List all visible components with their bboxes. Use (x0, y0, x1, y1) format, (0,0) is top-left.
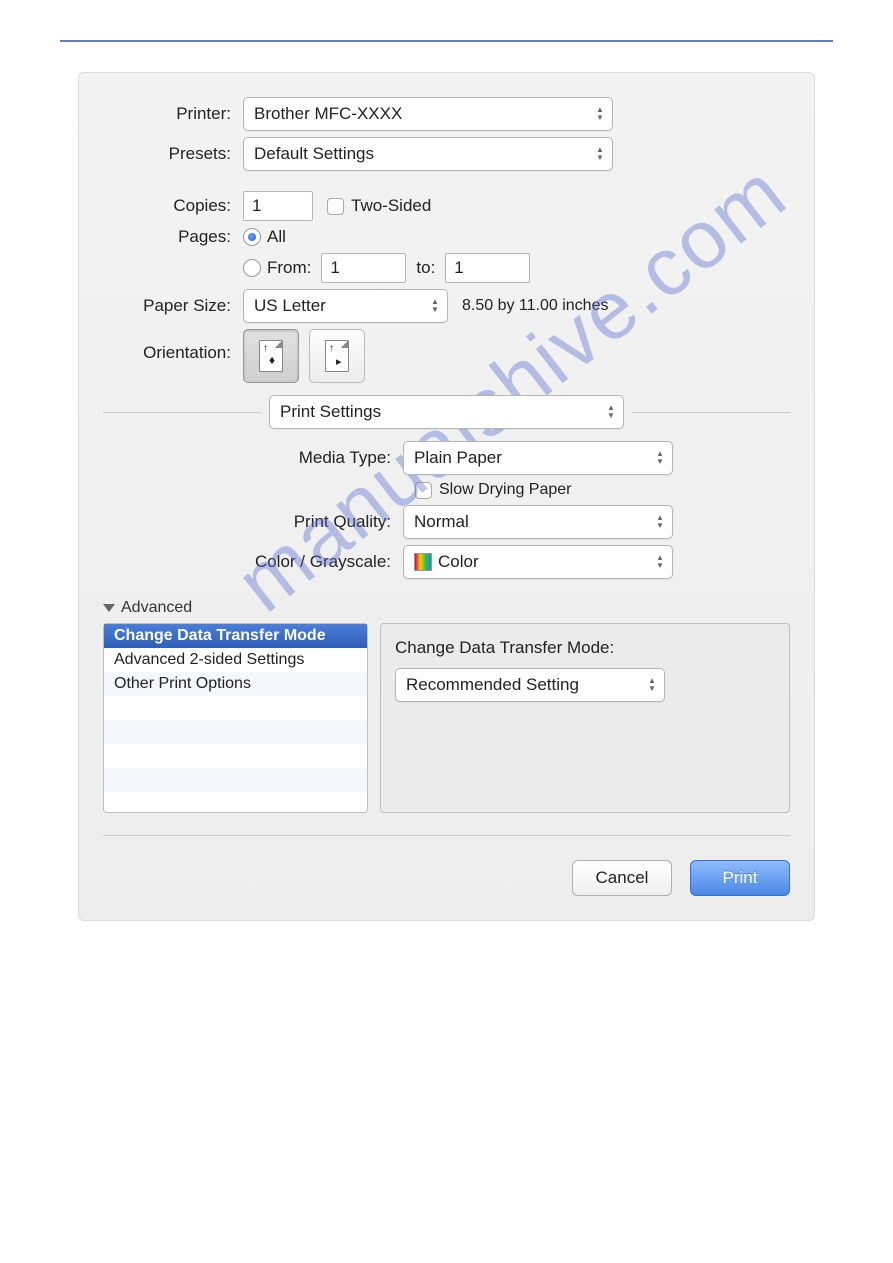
print-quality-label: Print Quality: (103, 512, 403, 532)
print-button[interactable]: Print (690, 860, 790, 896)
cancel-button[interactable]: Cancel (572, 860, 672, 896)
pages-to-input[interactable]: 1 (445, 253, 530, 283)
pages-all-label: All (267, 227, 286, 247)
advanced-label: Advanced (121, 599, 192, 617)
copies-label: Copies: (103, 196, 243, 216)
advanced-item-other[interactable]: Other Print Options (104, 672, 367, 696)
change-mode-label: Change Data Transfer Mode: (395, 638, 775, 658)
advanced-list[interactable]: Change Data Transfer Mode Advanced 2-sid… (103, 623, 368, 813)
paper-size-value: US Letter (254, 296, 326, 316)
copies-value: 1 (252, 196, 261, 216)
printer-select[interactable]: Brother MFC-XXXX ▲▼ (243, 97, 613, 131)
updown-icon: ▲▼ (429, 297, 441, 315)
advanced-item-2sided[interactable]: Advanced 2-sided Settings (104, 648, 367, 672)
updown-icon: ▲▼ (646, 676, 658, 694)
advanced-item-change-data-transfer-mode[interactable]: Change Data Transfer Mode (104, 624, 367, 648)
presets-select[interactable]: Default Settings ▲▼ (243, 137, 613, 171)
pages-from-input[interactable]: 1 (321, 253, 406, 283)
pages-range-radio[interactable] (243, 259, 261, 277)
from-label: From: (267, 258, 311, 278)
page-landscape-icon: ↑ ▸ (325, 340, 349, 372)
media-type-label: Media Type: (103, 448, 403, 468)
section-select[interactable]: Print Settings ▲▼ (269, 395, 624, 429)
orientation-portrait[interactable]: ↑ ♦ (243, 329, 299, 383)
updown-icon: ▲▼ (594, 105, 606, 123)
presets-label: Presets: (103, 144, 243, 164)
updown-icon: ▲▼ (605, 403, 617, 421)
orientation-label: Orientation: (103, 329, 243, 363)
print-dialog: manualshive.com Printer: Brother MFC-XXX… (78, 72, 815, 921)
media-type-value: Plain Paper (414, 448, 502, 468)
two-sided-label: Two-Sided (351, 196, 431, 216)
advanced-toggle[interactable]: Advanced (103, 599, 790, 617)
paper-size-select[interactable]: US Letter ▲▼ (243, 289, 448, 323)
list-item (104, 768, 367, 792)
page-divider (60, 40, 833, 42)
color-select[interactable]: Color ▲▼ (403, 545, 673, 579)
section-value: Print Settings (280, 402, 381, 422)
cancel-label: Cancel (596, 868, 649, 888)
orientation-landscape[interactable]: ↑ ▸ (309, 329, 365, 383)
printer-value: Brother MFC-XXXX (254, 104, 402, 124)
updown-icon: ▲▼ (654, 449, 666, 467)
list-item (104, 744, 367, 768)
print-quality-select[interactable]: Normal ▲▼ (403, 505, 673, 539)
media-type-select[interactable]: Plain Paper ▲▼ (403, 441, 673, 475)
pages-to-value: 1 (454, 258, 463, 278)
color-label: Color / Grayscale: (103, 552, 403, 572)
list-item (104, 720, 367, 744)
paper-size-label: Paper Size: (103, 296, 243, 316)
presets-value: Default Settings (254, 144, 374, 164)
paper-dims: 8.50 by 11.00 inches (462, 297, 608, 315)
pages-label: Pages: (103, 227, 243, 247)
print-label: Print (723, 868, 758, 888)
color-chip-icon (414, 553, 432, 571)
change-mode-value: Recommended Setting (406, 675, 579, 695)
color-value: Color (438, 552, 479, 572)
to-label: to: (416, 258, 435, 278)
page-portrait-icon: ↑ ♦ (259, 340, 283, 372)
print-quality-value: Normal (414, 512, 469, 532)
slow-drying-label: Slow Drying Paper (439, 481, 572, 499)
copies-input[interactable]: 1 (243, 191, 313, 221)
advanced-detail: Change Data Transfer Mode: Recommended S… (380, 623, 790, 813)
two-sided-checkbox[interactable] (327, 198, 344, 215)
updown-icon: ▲▼ (654, 553, 666, 571)
updown-icon: ▲▼ (594, 145, 606, 163)
disclosure-triangle-icon (103, 604, 115, 612)
slow-drying-checkbox[interactable] (415, 482, 432, 499)
pages-all-radio[interactable] (243, 228, 261, 246)
list-item (104, 696, 367, 720)
change-mode-select[interactable]: Recommended Setting ▲▼ (395, 668, 665, 702)
updown-icon: ▲▼ (654, 513, 666, 531)
pages-from-value: 1 (330, 258, 339, 278)
printer-label: Printer: (103, 104, 243, 124)
